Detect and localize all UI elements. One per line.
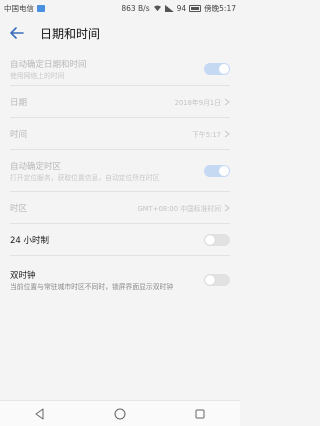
battery-percent: 94	[176, 3, 187, 13]
setting-24h[interactable]: 24 小时制	[0, 224, 240, 256]
setting-subtitle: 当前位置与常驻城市时区不同时，锁屏界面显示双时钟	[10, 282, 174, 291]
network-speed: 863 B/s	[121, 3, 150, 13]
setting-auto-timezone[interactable]: 自动确定时区 打开定位服务，获取位置信息，自动定位所在时区	[0, 150, 240, 192]
signal-icon	[164, 4, 174, 12]
status-right: 863 B/s 94 傍晚5:17	[121, 3, 236, 14]
app-bar: 日期和时间	[0, 18, 240, 48]
chevron-right-icon	[224, 130, 230, 138]
chevron-right-icon	[224, 98, 230, 106]
auto-datetime-toggle[interactable]	[204, 63, 230, 75]
date-value: 2018年9月1日	[174, 99, 221, 107]
recents-nav-icon[interactable]	[190, 404, 210, 424]
battery-icon	[189, 4, 202, 12]
auto-timezone-toggle[interactable]	[204, 165, 230, 177]
setting-timezone[interactable]: 时区 GMT+08:00 中国标准时间	[0, 192, 240, 224]
carrier-label: 中国电信	[4, 3, 34, 13]
timezone-value: GMT+08:00 中国标准时间	[137, 205, 221, 213]
setting-time[interactable]: 时间 下午5:17	[0, 118, 240, 150]
setting-subtitle: 使用网络上的时间	[10, 71, 65, 80]
back-nav-icon[interactable]	[30, 404, 50, 424]
page-title: 日期和时间	[40, 26, 101, 41]
home-nav-icon[interactable]	[110, 404, 130, 424]
wifi-icon	[153, 4, 161, 11]
navigation-bar	[0, 400, 240, 426]
setting-title: 时间	[10, 130, 28, 140]
setting-title: 24 小时制	[10, 236, 50, 246]
setting-title: 日期	[10, 98, 28, 108]
setting-date[interactable]: 日期 2018年9月1日	[0, 86, 240, 118]
setting-title: 时区	[10, 204, 28, 214]
setting-auto-datetime[interactable]: 自动确定日期和时间 使用网络上的时间	[0, 52, 240, 86]
back-arrow-icon[interactable]	[8, 24, 26, 42]
hd-icon	[37, 4, 45, 12]
dual-clock-toggle[interactable]	[204, 274, 230, 286]
chevron-right-icon	[224, 204, 230, 212]
time-value: 下午5:17	[192, 131, 221, 139]
24h-toggle[interactable]	[204, 234, 230, 246]
setting-title: 自动确定时区	[10, 161, 62, 172]
settings-list: 自动确定日期和时间 使用网络上的时间 日期 2018年9月1日 时间 下午5:1…	[0, 52, 240, 304]
setting-dual-clock[interactable]: 双时钟 当前位置与常驻城市时区不同时，锁屏界面显示双时钟	[0, 256, 240, 304]
status-bar: 中国电信 863 B/s 94 傍晚5:17	[0, 0, 240, 16]
setting-title: 自动确定日期和时间	[10, 59, 87, 70]
setting-subtitle: 打开定位服务，获取位置信息，自动定位所在时区	[10, 173, 160, 182]
setting-title: 双时钟	[10, 270, 36, 281]
status-left: 中国电信	[4, 3, 45, 14]
status-time: 傍晚5:17	[204, 3, 236, 13]
